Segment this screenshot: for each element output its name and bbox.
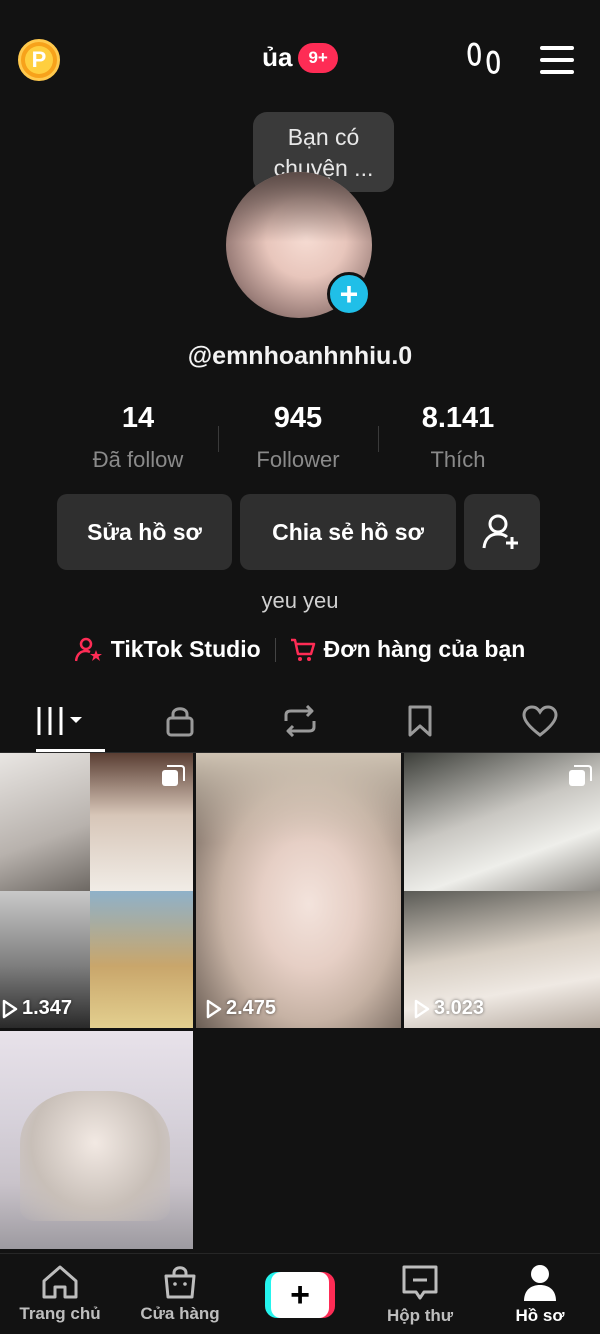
bookmark-icon [408,705,432,737]
page-title: ủa [262,42,293,72]
home-icon [42,1265,78,1299]
inbox-icon [402,1265,438,1300]
footprint-icon[interactable] [466,40,504,80]
divider [218,426,219,452]
stat-label: Thích [430,447,486,472]
nav-label: Hồ sơ [515,1306,565,1325]
menu-icon[interactable] [540,46,574,74]
orders-link[interactable]: Đơn hàng của bạn [290,636,526,663]
cart-icon [290,638,315,661]
view-count-value: 2.475 [226,997,277,1019]
bottom-nav: Trang chủ Cửa hàng + Hộp thư Hồ sơ [0,1253,600,1334]
link-divider [274,637,276,662]
stat-value: 8.141 [421,402,495,434]
stat-value: 945 [273,402,323,434]
view-count: 3.023 [414,997,484,1020]
stat-value: 14 [121,402,155,434]
thumb-hair [196,753,401,843]
stat-label: Đã follow [92,447,184,472]
stat-label: Follower [256,447,340,472]
view-count: 2.475 [206,997,276,1020]
profile-icon [524,1265,556,1301]
thumb-part [90,891,193,1028]
notification-badge: 9+ [298,42,338,73]
view-count: 1.347 [2,997,72,1020]
username: @emnhoanhnhiu.0 [187,342,413,370]
shop-icon [164,1266,196,1299]
edit-profile-button[interactable]: Sửa hồ sơ [57,494,232,570]
link-label: TikTok Studio [110,636,261,662]
stats-row: 14 Đã follow 945 Follower 8.141 Thích [58,402,538,482]
video-thumbnail[interactable]: 2.475 [196,753,401,1028]
stat-following[interactable]: 14 Đã follow [58,402,218,482]
nav-inbox[interactable]: Hộp thư [360,1254,480,1334]
nav-profile[interactable]: Hồ sơ [480,1254,600,1334]
multi-photo-icon [162,765,185,786]
heart-icon [522,705,558,737]
tab-saved[interactable] [360,690,480,752]
view-count-value: 1.347 [22,997,73,1019]
create-button[interactable]: + [265,1272,335,1318]
plus-icon: + [271,1272,329,1318]
multi-photo-icon [569,765,592,786]
link-label: Đơn hàng của bạn [323,636,526,662]
studio-icon [74,637,102,661]
thumb-part [20,1091,170,1221]
add-user-icon [482,514,518,549]
video-thumbnail[interactable] [0,1031,193,1249]
share-profile-button[interactable]: Chia sẻ hồ sơ [240,494,456,570]
add-friend-button[interactable] [464,494,540,570]
stat-followers[interactable]: 945 Follower [218,402,378,482]
nav-label: Trang chủ [19,1304,101,1323]
profile-actions: Sửa hồ sơ Chia sẻ hồ sơ [57,494,540,570]
nav-home[interactable]: Trang chủ [0,1254,120,1334]
tab-liked[interactable] [480,690,600,752]
stat-likes[interactable]: 8.141 Thích [378,402,538,482]
nav-shop[interactable]: Cửa hàng [120,1254,240,1334]
add-avatar-button[interactable]: + [327,272,371,316]
tiktok-studio-link[interactable]: TikTok Studio [74,636,261,663]
nav-create[interactable]: + [240,1254,360,1334]
play-icon [2,999,18,1018]
play-icon [206,999,222,1018]
grid-icon [37,707,82,735]
tab-private[interactable] [120,690,240,752]
video-thumbnail[interactable]: 3.023 [404,753,600,1028]
tab-reposts[interactable] [240,690,360,752]
content-tabs [0,690,600,752]
bio: yeu yeu [261,588,339,613]
view-count-value: 3.023 [434,997,485,1019]
nav-label: Cửa hàng [140,1304,220,1323]
play-icon [414,999,430,1018]
lock-icon [166,707,194,737]
nav-label: Hộp thư [386,1306,454,1325]
video-thumbnail[interactable]: 1.347 [0,753,193,1028]
avatar-hair [226,172,372,242]
account-switcher[interactable]: ủa 9+ [0,42,600,73]
repost-icon [284,705,316,737]
tab-videos[interactable] [0,690,120,752]
profile-links: TikTok Studio Đơn hàng của bạn [0,636,600,663]
thumb-part [0,753,90,891]
divider [378,426,379,452]
top-bar: P ủa 9+ [0,0,600,120]
